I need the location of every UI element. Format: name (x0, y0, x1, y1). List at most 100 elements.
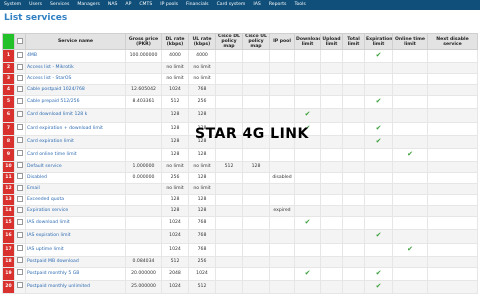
menu-item-managers[interactable]: Managers (73, 0, 104, 10)
menu-item-financials[interactable]: Financials (182, 0, 213, 10)
column-header-cisco-ul[interactable]: Cisco UL policy map (242, 33, 270, 50)
row-checkbox[interactable] (14, 183, 26, 196)
service-name-link[interactable]: Email (25, 183, 126, 196)
table-row[interactable]: 19 Postpaid monthly 5 GB 20.000000 2048 1024… (2, 266, 478, 281)
menu-item-card-system[interactable]: Card system (213, 0, 250, 10)
column-header-expiration-limit[interactable]: Expiration limit (364, 33, 393, 50)
service-name-link[interactable]: Disabled (25, 171, 126, 185)
column-header-download-limit[interactable]: Download limit (294, 33, 321, 50)
checkbox-icon[interactable] (17, 282, 23, 289)
menu-item-nas[interactable]: NAS (104, 0, 122, 10)
service-name-link[interactable]: Expiration service (25, 205, 126, 218)
checkbox-icon[interactable] (17, 51, 23, 58)
service-name-link[interactable]: Cable prepaid 512/256 (25, 95, 126, 110)
table-row[interactable]: 10 Default service 1.000000 no limit no limi… (2, 160, 478, 173)
checkbox-icon[interactable] (17, 85, 23, 92)
select-all-checkbox[interactable] (14, 33, 26, 50)
service-name-link[interactable]: Postpaid MB download (25, 255, 126, 268)
row-checkbox[interactable] (14, 255, 26, 268)
menu-item-tools[interactable]: Tools (290, 0, 309, 10)
row-checkbox[interactable] (14, 121, 26, 136)
table-row[interactable]: 16 IAS expiration limit 1024 768 ✔ (2, 229, 478, 244)
checkbox-icon[interactable] (17, 124, 23, 131)
table-row[interactable]: 12 Email no limit no limit (2, 183, 478, 196)
checkbox-icon[interactable] (17, 184, 23, 191)
service-name-link[interactable]: Access list - StarOS (25, 73, 126, 86)
column-header-ip-pool[interactable]: IP pool (269, 33, 295, 50)
checkbox-icon[interactable] (17, 38, 23, 45)
service-name-link[interactable]: Exceeded quota (25, 194, 126, 207)
table-row[interactable]: 15 IAS download limit 1024 768 ✔ (2, 216, 478, 231)
service-name-link[interactable]: Card expiration + download limit (25, 121, 126, 136)
checkbox-icon[interactable] (17, 74, 23, 81)
row-checkbox[interactable] (14, 216, 26, 231)
checkbox-icon[interactable] (17, 218, 23, 225)
table-row[interactable]: 3 Access list - StarOS no limit no limit (2, 73, 478, 86)
column-header-service-name[interactable]: Service name (25, 33, 126, 50)
table-row[interactable]: 18 Postpaid MB download 0.084034 512 256 (2, 255, 478, 268)
row-checkbox[interactable] (14, 73, 26, 86)
service-name-link[interactable]: Card download limit 128 k (25, 108, 126, 123)
table-row[interactable]: 6 Card download limit 128 k 128 128 ✔ (2, 108, 478, 123)
column-header-upload-limit[interactable]: Upload limit (320, 33, 343, 50)
service-name-link[interactable]: IAS uptime limit (25, 242, 126, 257)
row-checkbox[interactable] (14, 147, 26, 162)
checkbox-icon[interactable] (17, 206, 23, 213)
table-row[interactable]: 13 Exceeded quota 128 128 (2, 194, 478, 207)
row-checkbox[interactable] (14, 48, 26, 64)
table-row[interactable]: 17 IAS uptime limit 1024 768 ✔ (2, 242, 478, 257)
row-checkbox[interactable] (14, 171, 26, 185)
checkbox-icon[interactable] (17, 110, 23, 117)
menu-item-users[interactable]: Users (25, 0, 46, 10)
column-header-online-time-limit[interactable]: Online time limit (392, 33, 428, 50)
menu-item-reports[interactable]: Reports (265, 0, 291, 10)
column-header-ul-rate[interactable]: UL rate (kbps) (188, 33, 216, 50)
table-row[interactable]: 1 4MB 100.000000 4000 4000 ✔ (2, 48, 478, 64)
row-checkbox[interactable] (14, 84, 26, 97)
table-row[interactable]: 20 Postpaid monthly unlimited 25.000000 102… (2, 279, 478, 294)
service-name-link[interactable]: Default service (25, 160, 126, 173)
table-row[interactable]: 8 Card expiration limit 128 128 ✔ (2, 134, 478, 149)
table-row[interactable]: 14 Expiration service 128 128 expired (2, 205, 478, 218)
menu-item-services[interactable]: Services (46, 0, 73, 10)
column-header-total-limit[interactable]: Total limit (342, 33, 365, 50)
service-name-link[interactable]: Access list - Mikrotik (25, 62, 126, 75)
column-header-cisco-dl[interactable]: Cisco DL policy map (215, 33, 243, 50)
checkbox-icon[interactable] (17, 63, 23, 70)
row-checkbox[interactable] (14, 95, 26, 110)
checkbox-icon[interactable] (17, 173, 23, 180)
checkbox-icon[interactable] (17, 269, 23, 276)
checkbox-icon[interactable] (17, 231, 23, 238)
checkbox-icon[interactable] (17, 150, 23, 157)
column-header-next-disable[interactable]: Next disable service (427, 33, 478, 50)
table-row[interactable]: 4 Cable postpaid 1024/768 12.605042 1024 768 (2, 84, 478, 97)
service-name-link[interactable]: Postpaid monthly 5 GB (25, 266, 126, 281)
menu-item-cmts[interactable]: CMTS (135, 0, 156, 10)
checkbox-icon[interactable] (17, 97, 23, 104)
checkbox-icon[interactable] (17, 195, 23, 202)
menu-item-system[interactable]: System (0, 0, 25, 10)
service-name-link[interactable]: Card expiration limit (25, 134, 126, 149)
checkbox-icon[interactable] (17, 245, 23, 251)
service-name-link[interactable]: Cable postpaid 1024/768 (25, 84, 126, 97)
service-name-link[interactable]: IAS download limit (25, 216, 126, 231)
row-checkbox[interactable] (14, 108, 26, 123)
row-checkbox[interactable] (14, 194, 26, 207)
row-checkbox[interactable] (14, 160, 26, 173)
row-checkbox[interactable] (14, 266, 26, 281)
table-row[interactable]: 9 Card online time limit 128 128 ✔ (2, 147, 478, 162)
row-checkbox[interactable] (14, 279, 26, 294)
table-row[interactable]: 2 Access list - Mikrotik no limit no limit (2, 62, 478, 75)
table-row[interactable]: 5 Cable prepaid 512/256 8.403361 512 256 ✔ (2, 95, 478, 110)
menu-item-ip-pools[interactable]: IP pools (156, 0, 182, 10)
service-name-link[interactable]: Postpaid monthly unlimited (25, 279, 126, 294)
row-checkbox[interactable] (14, 229, 26, 244)
table-row[interactable]: 11 Disabled 0.000000 256 128 disabled (2, 171, 478, 185)
checkbox-icon[interactable] (17, 137, 23, 144)
service-name-link[interactable]: Card online time limit (25, 147, 126, 162)
menu-item-ap[interactable]: AP (121, 0, 135, 10)
checkbox-icon[interactable] (17, 162, 23, 169)
column-header-dl-rate[interactable]: DL rate (kbps) (161, 33, 189, 50)
menu-item-ias[interactable]: IAS (249, 0, 264, 10)
row-checkbox[interactable] (14, 62, 26, 75)
